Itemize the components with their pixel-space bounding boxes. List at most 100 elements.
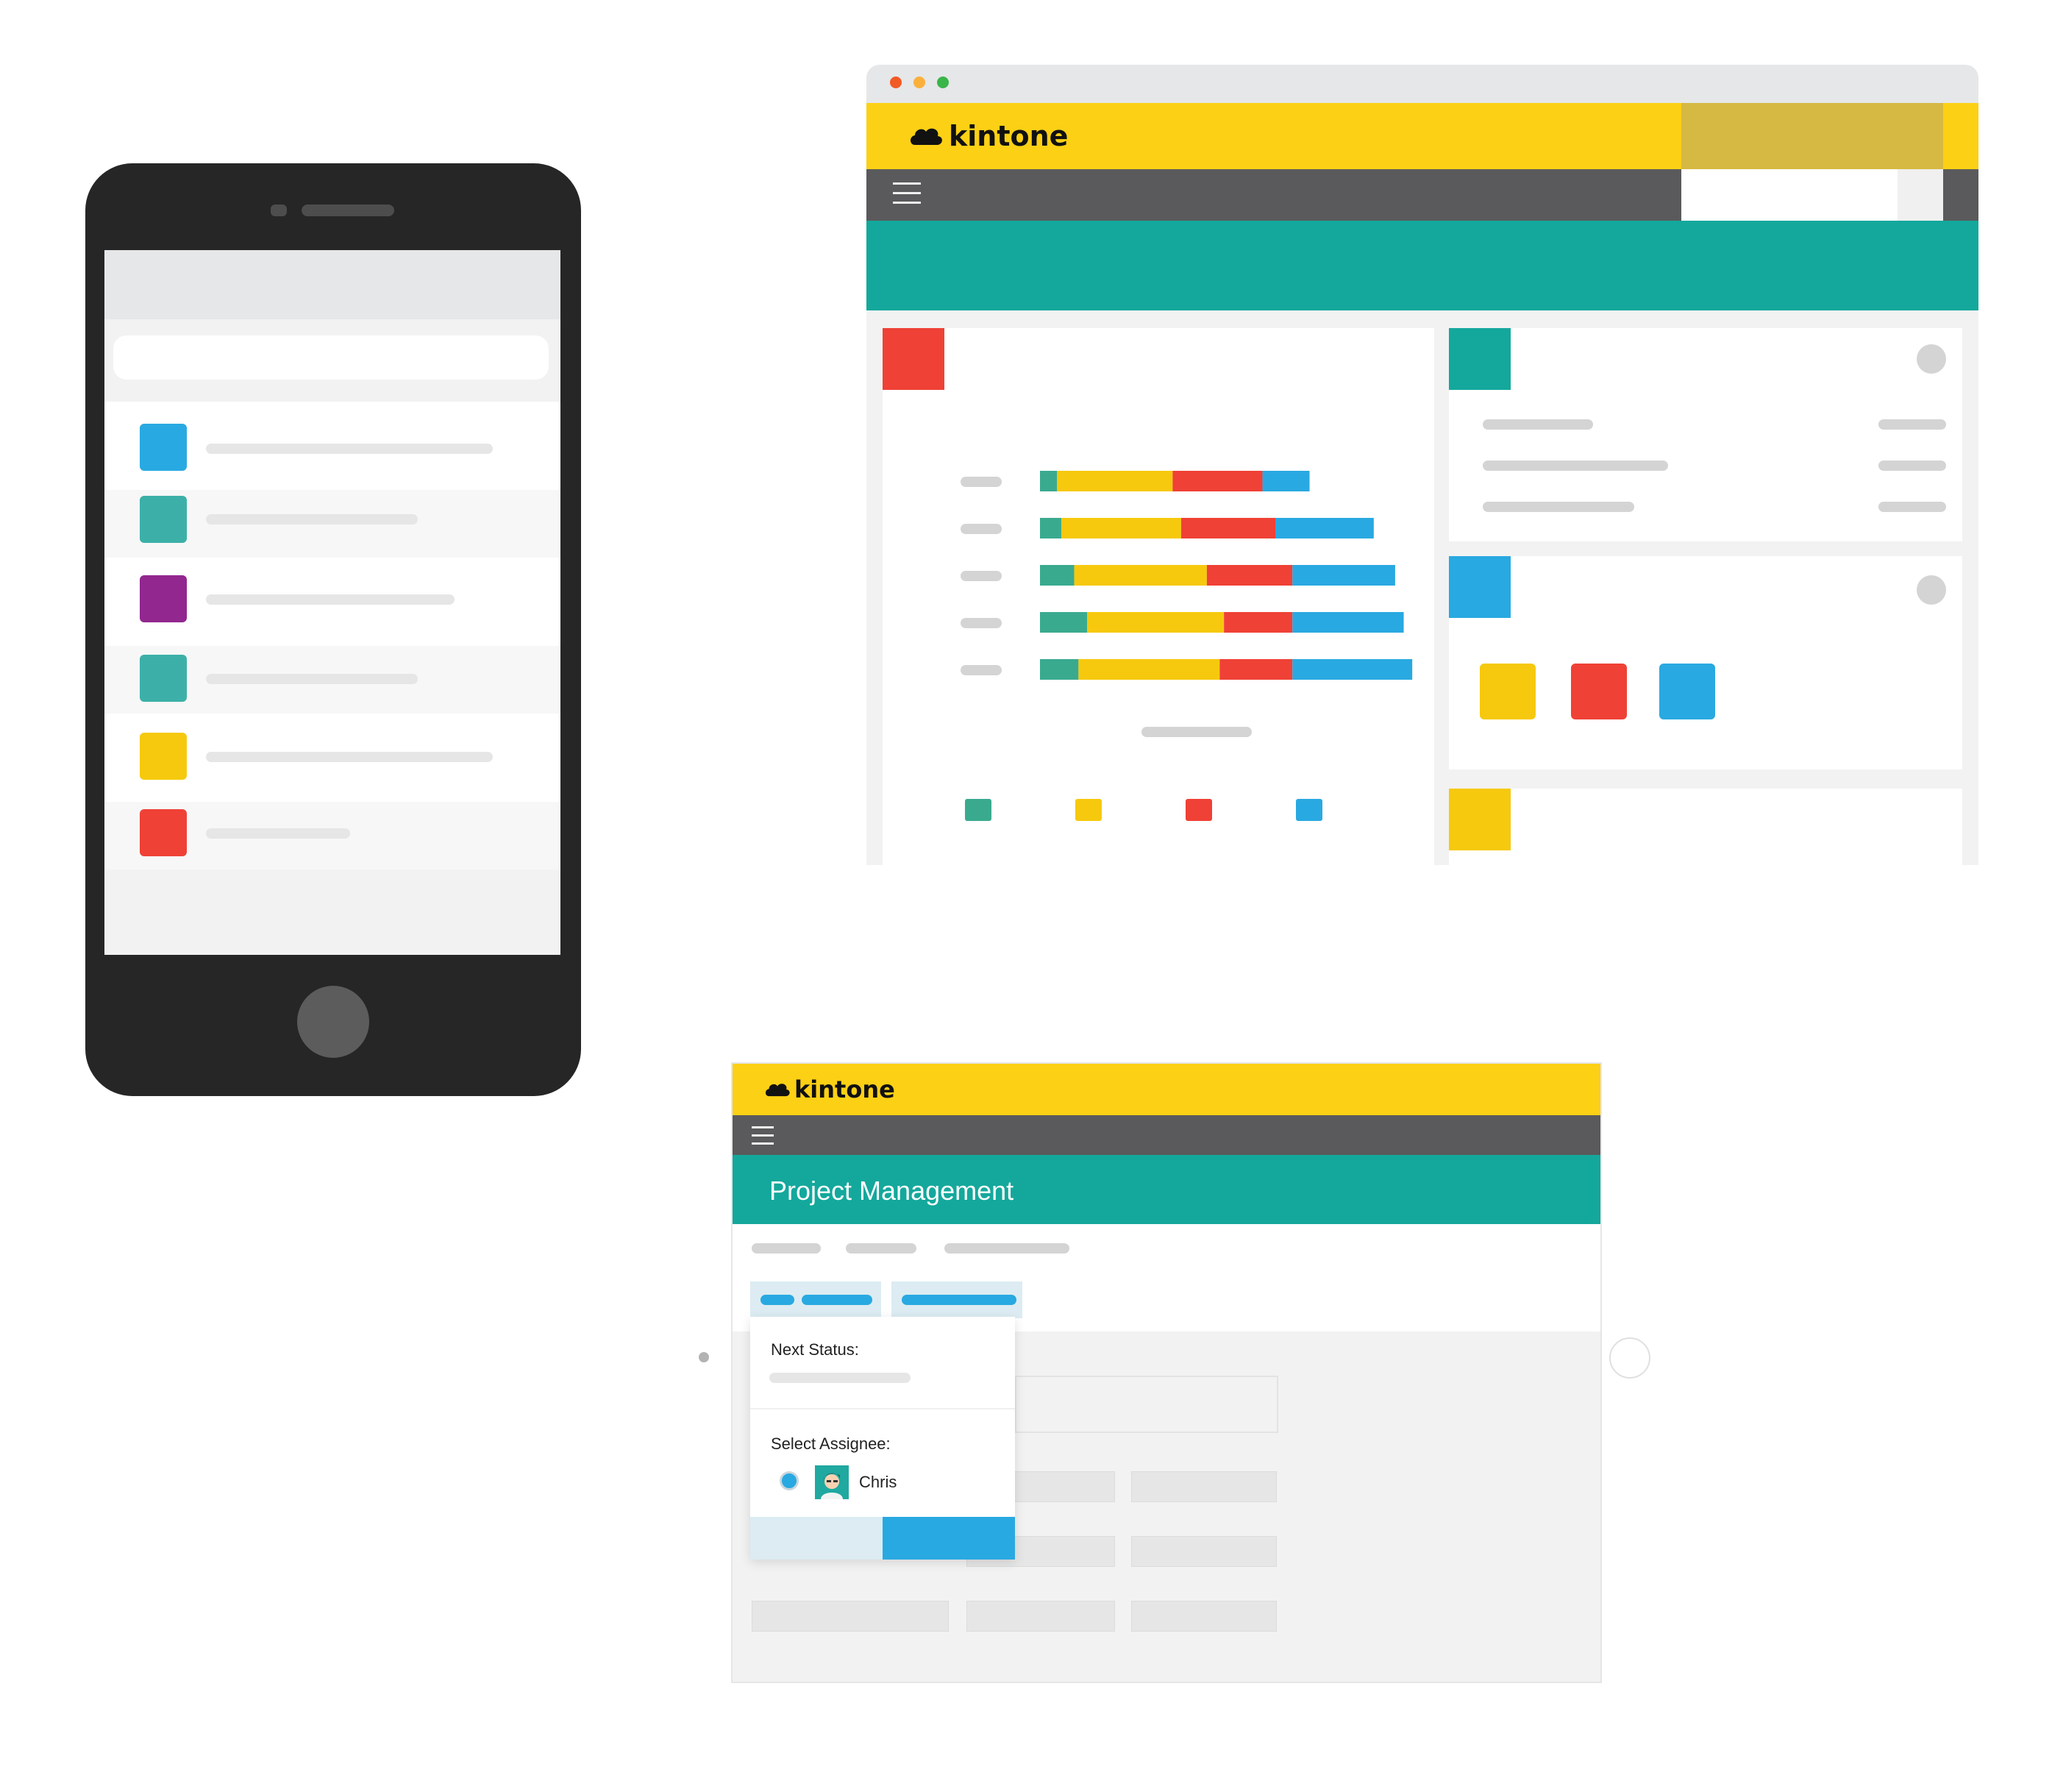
minimize-dot-icon[interactable] [913, 77, 925, 88]
bar-segment[interactable] [1292, 565, 1395, 586]
cloud-logo-icon [766, 1084, 790, 1097]
hamburger-menu-icon[interactable] [752, 1126, 774, 1145]
confirm-button[interactable] [883, 1517, 1015, 1560]
third-panel [1449, 789, 1962, 865]
form-field[interactable] [752, 1601, 949, 1632]
bar-segment[interactable] [1040, 471, 1058, 491]
header-user-area[interactable] [1681, 103, 1943, 169]
browser-window: kintone [866, 65, 1978, 865]
button-label [802, 1295, 872, 1305]
bar-segment[interactable] [1078, 659, 1220, 680]
app-tile[interactable] [1571, 664, 1627, 719]
app-tile[interactable] [1480, 664, 1536, 719]
list-item[interactable] [104, 714, 560, 802]
panel-icon [1449, 328, 1511, 390]
list-item[interactable] [104, 646, 560, 714]
app-icon [140, 733, 187, 780]
form-field[interactable] [1131, 1601, 1277, 1632]
cancel-button[interactable] [750, 1517, 883, 1560]
bar-segment[interactable] [1292, 659, 1413, 680]
bar-segment[interactable] [1061, 518, 1181, 538]
list-item-label [206, 514, 418, 525]
process-action-button[interactable] [750, 1281, 881, 1318]
breadcrumb-item[interactable] [944, 1243, 1069, 1254]
phone-camera [271, 205, 287, 216]
list-item-label [206, 752, 493, 762]
bar-segment[interactable] [1040, 565, 1075, 586]
bar-segment[interactable] [1040, 659, 1079, 680]
chart-panel [883, 328, 1434, 865]
stacked-bar-chart [961, 471, 1413, 821]
bar-segment[interactable] [1087, 612, 1225, 633]
list-item[interactable] [104, 802, 560, 870]
breadcrumb-item[interactable] [752, 1243, 821, 1254]
list-item[interactable] [104, 558, 560, 646]
carousel-prev-dot[interactable] [699, 1352, 709, 1362]
bar-segment[interactable] [1262, 471, 1310, 491]
list-item[interactable] [104, 490, 560, 558]
search-input[interactable] [1681, 169, 1898, 221]
browser-titlebar [866, 65, 1978, 103]
breadcrumb-item[interactable] [846, 1243, 916, 1254]
panel-icon [1449, 556, 1511, 618]
panel-icon [1449, 789, 1511, 850]
select-assignee-label: Select Assignee: [771, 1434, 891, 1453]
phone-search-input[interactable] [113, 335, 549, 380]
list-item-label [206, 828, 350, 839]
hamburger-menu-icon[interactable] [893, 182, 921, 204]
form-field[interactable] [1131, 1536, 1277, 1567]
bar-segment[interactable] [1074, 565, 1207, 586]
nav-bar [733, 1115, 1600, 1155]
app-header: kintone [866, 103, 1978, 169]
row-value [1878, 461, 1946, 471]
bar-segment[interactable] [1275, 518, 1374, 538]
kintone-logo[interactable]: kintone [763, 1074, 895, 1105]
list-item-label [206, 594, 455, 605]
bar-segment[interactable] [1040, 518, 1062, 538]
close-dot-icon[interactable] [890, 77, 902, 88]
process-action-button[interactable] [891, 1281, 1022, 1318]
category-label [961, 477, 1002, 487]
bar-segment[interactable] [1206, 565, 1293, 586]
form-field[interactable] [966, 1601, 1115, 1632]
status-popup: Next Status: Select Assignee: Chris [750, 1317, 1015, 1560]
project-window: kintone Project Management Next Status: … [731, 1062, 1602, 1683]
form-field[interactable] [1015, 1376, 1278, 1433]
bar-segment[interactable] [1219, 659, 1293, 680]
row-label [1483, 502, 1634, 512]
bar-segment[interactable] [1057, 471, 1173, 491]
logo-text: kintone [949, 120, 1069, 152]
bar-segment[interactable] [1172, 471, 1263, 491]
maximize-dot-icon[interactable] [937, 77, 949, 88]
phone-home-button[interactable] [297, 986, 369, 1058]
form-field[interactable] [1131, 1471, 1277, 1502]
phone-screen [104, 250, 560, 955]
category-label [961, 524, 1002, 534]
panel-settings-icon[interactable] [1917, 344, 1946, 374]
cloud-logo-icon [911, 128, 942, 145]
next-status-value [769, 1373, 911, 1383]
bar-segment[interactable] [1181, 518, 1275, 538]
chart-axis-label [1141, 727, 1252, 737]
app-icon [140, 424, 187, 471]
list-item-label [206, 674, 418, 684]
app-icon [140, 809, 187, 856]
carousel-next-circle[interactable] [1609, 1337, 1650, 1379]
bar-segment[interactable] [1292, 612, 1404, 633]
search-button[interactable] [1898, 169, 1943, 221]
panel-settings-icon[interactable] [1917, 575, 1946, 605]
app-tile[interactable] [1659, 664, 1715, 719]
category-label [961, 571, 1002, 581]
divider [750, 1408, 1015, 1409]
list-item[interactable] [104, 402, 560, 490]
app-icon [140, 655, 187, 702]
assignee-radio[interactable] [780, 1471, 799, 1490]
row-value [1878, 419, 1946, 430]
app-title: Project Management [769, 1176, 1014, 1206]
record-toolbar [733, 1224, 1600, 1331]
bar-segment[interactable] [1224, 612, 1293, 633]
bar-segment[interactable] [1040, 612, 1087, 633]
kintone-logo[interactable]: kintone [908, 119, 1068, 153]
list-item-label [206, 444, 493, 454]
category-label [961, 665, 1002, 675]
